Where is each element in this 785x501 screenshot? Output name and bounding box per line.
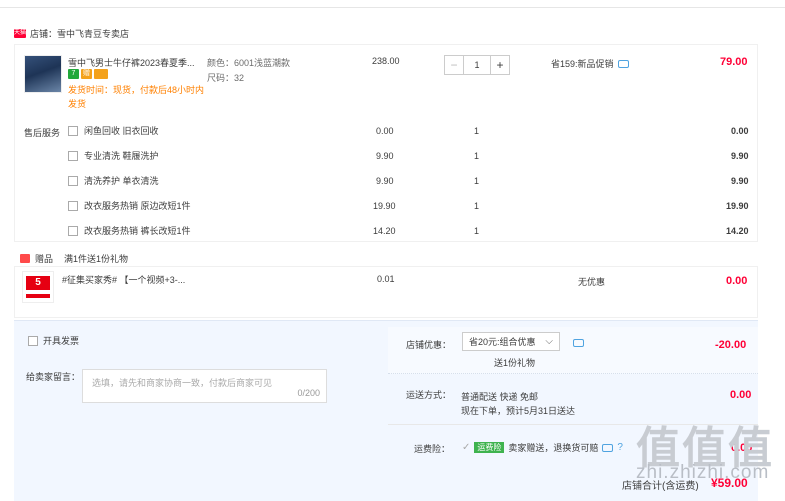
gift-promo: 无优惠 bbox=[578, 277, 606, 287]
service-name: 闲鱼回收 旧衣回收 bbox=[84, 126, 159, 136]
service-checkbox[interactable] bbox=[68, 175, 78, 186]
service-checkbox[interactable] bbox=[68, 125, 78, 136]
service-qty: 1 bbox=[474, 226, 480, 236]
service-price: 19.90 bbox=[373, 201, 396, 211]
service-total: 14.20 bbox=[726, 226, 749, 236]
service-checkbox[interactable] bbox=[68, 200, 78, 211]
delivery-eta: 现在下单，预计5月31日送达 bbox=[461, 406, 576, 416]
invoice-row[interactable]: 开具发票 bbox=[28, 334, 79, 347]
promo-row: 省159:新品促销 bbox=[551, 57, 629, 70]
discount-chat-icon[interactable] bbox=[573, 339, 584, 347]
message-counter: 0/200 bbox=[297, 388, 320, 398]
service-item[interactable]: 清洗养护 单衣清洗 bbox=[68, 174, 159, 187]
service-checkbox[interactable] bbox=[68, 225, 78, 236]
promo-text: 省159:新品促销 bbox=[551, 59, 614, 69]
tmall-badge-icon: 天猫 bbox=[14, 28, 27, 38]
service-qty: 1 bbox=[474, 126, 480, 136]
discount-note: 送1份礼物 bbox=[494, 358, 536, 368]
chevron-down-icon: ⌵ bbox=[545, 336, 553, 347]
help-icon[interactable]: ? bbox=[617, 442, 623, 453]
decrease-button[interactable]: − bbox=[444, 55, 464, 75]
discount-select[interactable]: 省20元:组合优惠 ⌵ bbox=[462, 332, 560, 351]
shipping-time: 发货时间：现货，付款后48小时内发货 bbox=[68, 85, 205, 109]
gift-header: 赠品 满1件送1份礼物 bbox=[20, 252, 128, 265]
service-qty: 1 bbox=[474, 201, 480, 211]
service-price: 0.00 bbox=[376, 126, 394, 136]
table-header bbox=[0, 0, 785, 8]
gift-thumbnail[interactable]: 5 bbox=[22, 271, 54, 303]
sku-size: 尺码：32 bbox=[207, 73, 245, 83]
gift-icon bbox=[20, 254, 30, 263]
store-name[interactable]: 店铺：雪中飞青豆专卖店 bbox=[30, 27, 129, 40]
service-checkbox[interactable] bbox=[68, 150, 78, 161]
service-total: 9.90 bbox=[731, 176, 749, 186]
gift-title[interactable]: #征集买家秀# 【一个视频+3-... bbox=[62, 273, 185, 286]
store-row: 天猫 店铺：雪中飞青豆专卖店 bbox=[14, 24, 129, 42]
unit-price: 238.00 bbox=[372, 56, 400, 66]
insurance-label: 运费险： bbox=[414, 444, 451, 454]
service-name: 清洗养护 单衣清洗 bbox=[84, 176, 159, 186]
checkmark-icon: ✓ bbox=[462, 442, 471, 453]
service-item[interactable]: 闲鱼回收 旧衣回收 bbox=[68, 124, 159, 137]
watermark-url: zhi.zhizhi.com bbox=[636, 462, 770, 483]
quantity-stepper: − 1 + bbox=[444, 55, 510, 75]
sku-color: 颜色：6001浅蓝潮款 bbox=[207, 58, 291, 68]
seller-message-input[interactable]: 选填，请先和商家协商一致，付款后商家可见 0/200 bbox=[82, 369, 327, 403]
increase-button[interactable]: + bbox=[490, 55, 510, 75]
service-qty: 1 bbox=[474, 151, 480, 161]
delivery-amount: 0.00 bbox=[730, 389, 752, 401]
discount-label: 店铺优惠： bbox=[406, 340, 452, 350]
gift-price: 0.01 bbox=[377, 274, 395, 284]
service-total: 0.00 bbox=[731, 126, 749, 136]
quantity-input[interactable]: 1 bbox=[464, 55, 490, 75]
product-subtotal: 79.00 bbox=[720, 56, 748, 68]
gift-thumb-label: 5 bbox=[26, 276, 50, 290]
service-item[interactable]: 改衣服务热销 原边改短1件 bbox=[68, 199, 191, 212]
service-price: 9.90 bbox=[376, 151, 394, 161]
invoice-label: 开具发票 bbox=[43, 336, 80, 346]
message-placeholder: 选填，请先和商家协商一致，付款后商家可见 bbox=[92, 378, 273, 388]
service-qty: 1 bbox=[474, 176, 480, 186]
insurance-row: ✓ 运费险 卖家赠送，退换货可赔 ? bbox=[462, 441, 623, 454]
service-total: 19.90 bbox=[726, 201, 749, 211]
insurance-chat-icon[interactable] bbox=[602, 443, 614, 452]
service-price: 9.90 bbox=[376, 176, 394, 186]
gift-label: 赠品 bbox=[35, 254, 54, 264]
gift-badge-icon: 赠 bbox=[81, 69, 92, 79]
after-sale-label: 售后服务 bbox=[24, 128, 61, 138]
product-thumbnail[interactable] bbox=[24, 55, 62, 93]
card-icon bbox=[94, 69, 108, 79]
gift-rule: 满1件送1份礼物 bbox=[64, 254, 129, 264]
insurance-text: 卖家赠送，退换货可赔 bbox=[508, 443, 599, 453]
delivery-method: 普通配送 快递 免邮 bbox=[461, 392, 539, 402]
delivery-label: 运送方式： bbox=[406, 390, 452, 400]
service-name: 改衣服务热销 原边改短1件 bbox=[84, 201, 191, 211]
service-item[interactable]: 改衣服务热销 裤长改短1件 bbox=[68, 224, 191, 237]
order-items-block bbox=[14, 44, 758, 242]
service-name: 改衣服务热销 裤长改短1件 bbox=[84, 226, 191, 236]
discount-selected: 省20元:组合优惠 bbox=[469, 337, 536, 347]
insurance-tag: 运费险 bbox=[474, 442, 505, 453]
product-badges: 7 赠 bbox=[68, 69, 110, 79]
product-title[interactable]: 雪中飞男士牛仔裤2023春夏季... bbox=[68, 56, 195, 69]
gift-total: 0.00 bbox=[726, 275, 748, 287]
service-name: 专业清洗 鞋履洗护 bbox=[84, 151, 159, 161]
service-total: 9.90 bbox=[731, 151, 749, 161]
promo-chat-icon[interactable] bbox=[617, 59, 629, 68]
service-price: 14.20 bbox=[373, 226, 396, 236]
seven-day-return-icon: 7 bbox=[68, 69, 79, 79]
service-item[interactable]: 专业清洗 鞋履洗护 bbox=[68, 149, 159, 162]
discount-amount: -20.00 bbox=[715, 339, 747, 351]
message-label: 给卖家留言： bbox=[26, 372, 81, 382]
invoice-checkbox[interactable] bbox=[28, 335, 38, 346]
